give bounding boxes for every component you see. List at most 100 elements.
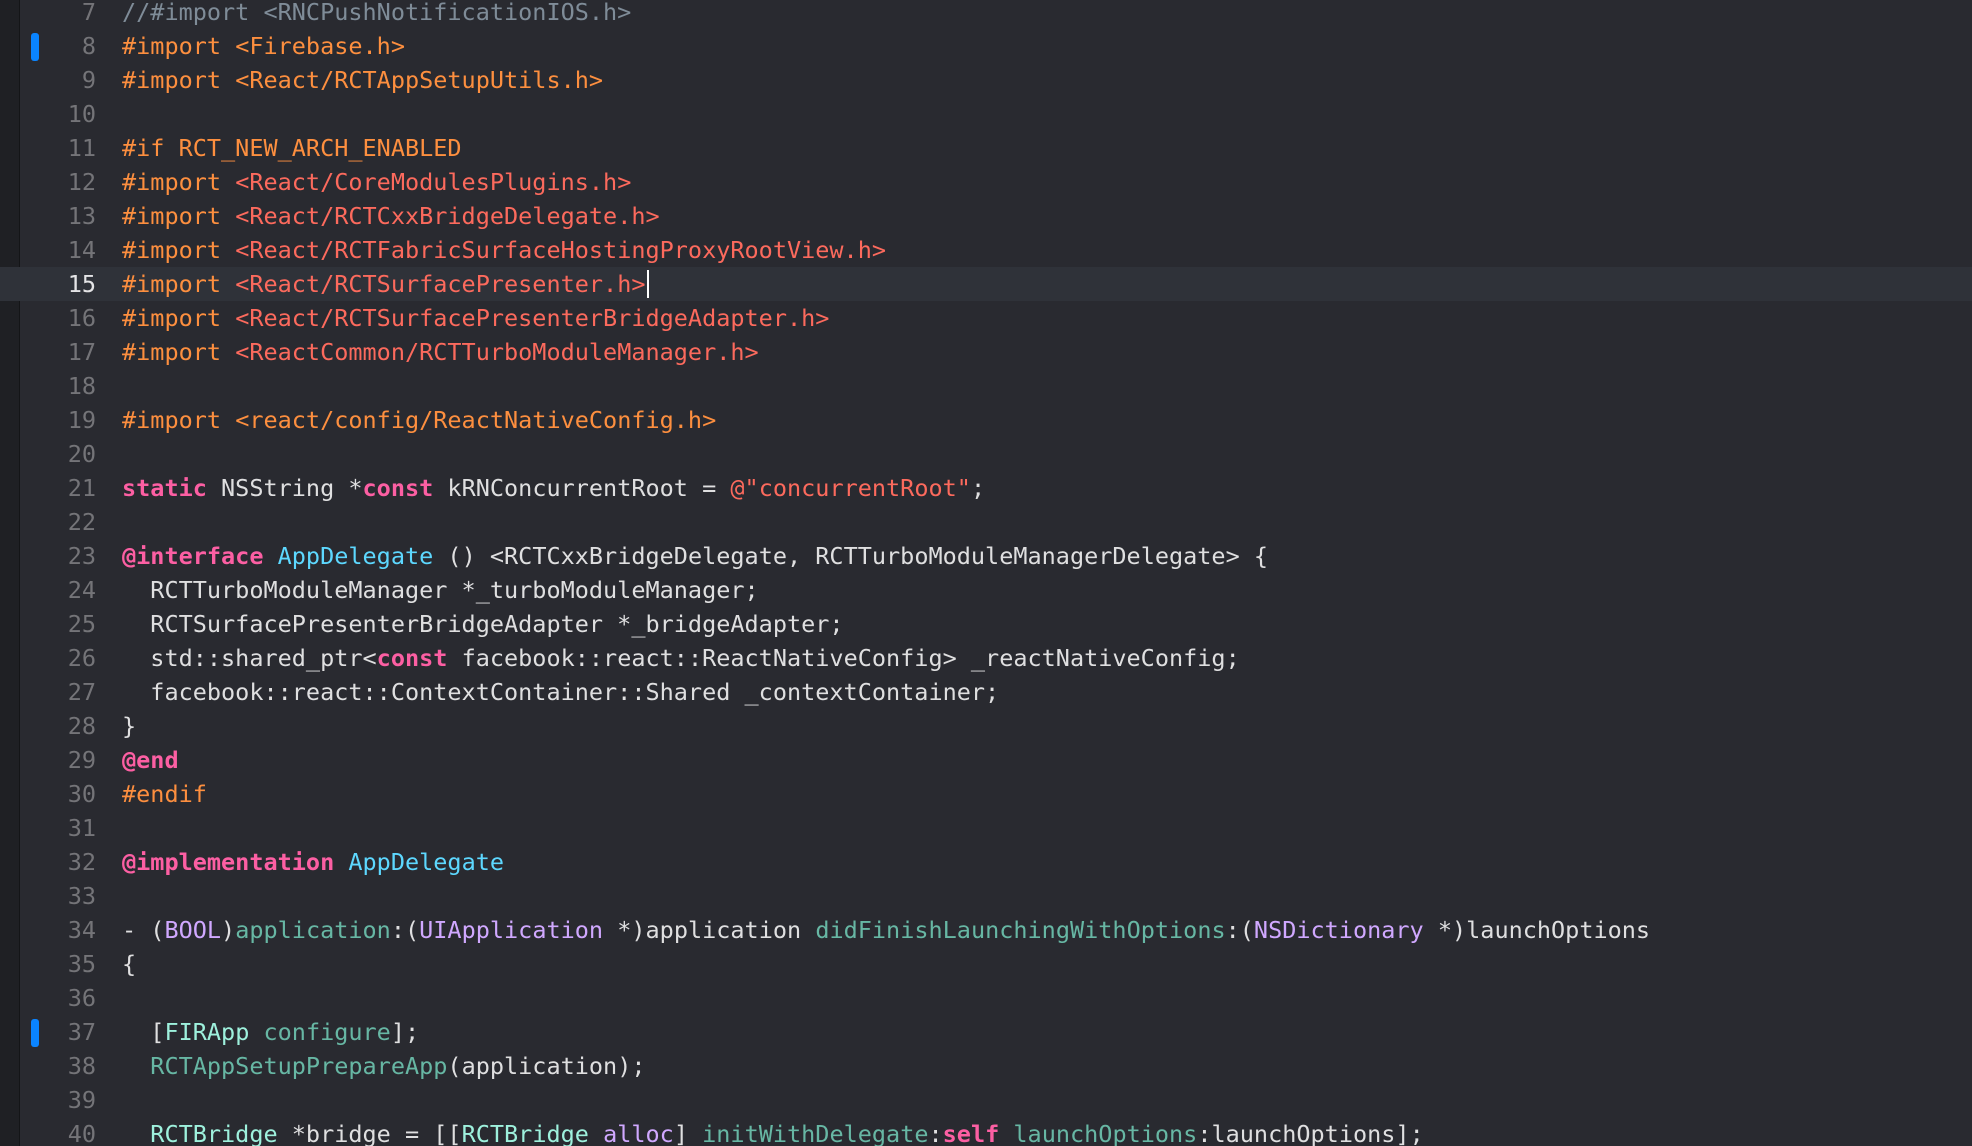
line-number: 32: [67, 848, 96, 876]
code-token: {: [122, 950, 137, 978]
code-token: }: [122, 712, 137, 740]
code-line[interactable]: 38 RCTAppSetupPrepareApp(application);: [0, 1049, 1972, 1083]
code-line[interactable]: 19 #import <react/config/ReactNativeConfi…: [0, 403, 1972, 437]
code-line[interactable]: 20: [0, 437, 1972, 471]
code-token: #import: [122, 168, 236, 196]
code-line[interactable]: 27 facebook::react::ContextContainer::Sh…: [0, 675, 1972, 709]
code-token: RCTTurboModuleManager *_turboModuleManag…: [122, 576, 759, 604]
line-number: 24: [67, 576, 96, 604]
code-token: <React/CoreModulesPlugins.h>: [235, 168, 632, 196]
code-token: static: [122, 474, 207, 502]
code-token: initWithDelegate: [702, 1120, 929, 1146]
line-number: 20: [67, 440, 96, 468]
code-line[interactable]: 11 #if RCT_NEW_ARCH_ENABLED: [0, 131, 1972, 165]
code-line[interactable]: 12 #import <React/CoreModulesPlugins.h>: [0, 165, 1972, 199]
code-line[interactable]: 16 #import <React/RCTSurfacePresenterBrid…: [0, 301, 1972, 335]
code-line[interactable]: 15 #import <React/RCTSurfacePresenter.h>: [0, 267, 1972, 301]
code-token: #endif: [122, 780, 207, 808]
line-number: 10: [67, 100, 96, 128]
code-token: (application);: [447, 1052, 646, 1080]
code-token: facebook::react::ReactNativeConfig> _rea…: [447, 644, 1240, 672]
line-code: RCTAppSetupPrepareApp(application);: [122, 1049, 646, 1083]
line-code: #import <React/RCTCxxBridgeDelegate.h>: [122, 199, 660, 233]
line-code: facebook::react::ContextContainer::Share…: [122, 675, 999, 709]
line-code: #import <React/RCTFabricSurfaceHostingPr…: [122, 233, 886, 267]
line-code: @end: [122, 743, 179, 777]
code-token: alloc: [603, 1120, 674, 1146]
line-code: #import <React/RCTSurfacePresenter.h>: [122, 267, 649, 301]
code-token: std::shared_ptr<: [122, 644, 377, 672]
code-line[interactable]: 23 @interface AppDelegate () <RCTCxxBridg…: [0, 539, 1972, 573]
code-line[interactable]: 25 RCTSurfacePresenterBridgeAdapter *_br…: [0, 607, 1972, 641]
code-token: RCTSurfacePresenterBridgeAdapter *_bridg…: [122, 610, 844, 638]
code-token: <React/RCTAppSetupUtils.h>: [235, 66, 604, 94]
code-line[interactable]: 7 //#import <RNCPushNotificationIOS.h>: [0, 0, 1972, 29]
code-token: <ReactCommon/RCTTurboModuleManager.h>: [235, 338, 759, 366]
code-editor[interactable]: 7 //#import <RNCPushNotificationIOS.h> 8 #i…: [0, 0, 1972, 1146]
code-line[interactable]: 10: [0, 97, 1972, 131]
code-line[interactable]: 37 [FIRApp configure];: [0, 1015, 1972, 1049]
line-code: RCTBridge *bridge = [[RCTBridge alloc] i…: [122, 1117, 1423, 1146]
code-line[interactable]: 21 static NSString *const kRNConcurrentRo…: [0, 471, 1972, 505]
line-number: 15: [67, 270, 96, 298]
source-change-indicator[interactable]: [31, 33, 39, 61]
line-number: 33: [67, 882, 96, 910]
line-code: #import <React/RCTAppSetupUtils.h>: [122, 63, 603, 97]
code-line[interactable]: 31: [0, 811, 1972, 845]
code-line[interactable]: 29 @end: [0, 743, 1972, 777]
code-line[interactable]: 39: [0, 1083, 1972, 1117]
code-token: launchOptions: [1013, 1120, 1198, 1146]
code-line[interactable]: 36: [0, 981, 1972, 1015]
code-line[interactable]: 33: [0, 879, 1972, 913]
line-number: 8: [81, 32, 96, 60]
code-token: configure: [263, 1018, 391, 1046]
line-number: 14: [67, 236, 96, 264]
code-line[interactable]: 26 std::shared_ptr<const facebook::react…: [0, 641, 1972, 675]
text-cursor: [646, 270, 649, 298]
code-line[interactable]: 28}: [0, 709, 1972, 743]
code-token: ]: [673, 1120, 703, 1146]
code-token: AppDelegate: [277, 542, 434, 570]
code-line[interactable]: 24 RCTTurboModuleManager *_turboModuleMa…: [0, 573, 1972, 607]
code-token: self: [942, 1120, 1000, 1146]
source-change-indicator[interactable]: [31, 1019, 39, 1047]
line-number: 19: [67, 406, 96, 434]
code-token: :(: [1225, 916, 1254, 944]
code-token: #import: [122, 270, 236, 298]
line-number: 25: [67, 610, 96, 638]
code-line[interactable]: 13 #import <React/RCTCxxBridgeDelegate.h>: [0, 199, 1972, 233]
code-line[interactable]: 32 @implementation AppDelegate: [0, 845, 1972, 879]
line-code: #import <Firebase.h>: [122, 29, 405, 63]
line-code: [FIRApp configure];: [122, 1015, 419, 1049]
code-line[interactable]: 22: [0, 505, 1972, 539]
line-number: 40: [67, 1120, 96, 1146]
code-line[interactable]: 18: [0, 369, 1972, 403]
code-area[interactable]: 7 //#import <RNCPushNotificationIOS.h> 8 #i…: [0, 0, 1972, 1146]
code-token: RCTAppSetupPrepareApp: [150, 1052, 448, 1080]
code-token: ): [221, 916, 236, 944]
code-line[interactable]: 34- (BOOL)application:(UIApplication *)a…: [0, 913, 1972, 947]
code-line[interactable]: 30 #endif: [0, 777, 1972, 811]
code-line[interactable]: 9 #import <React/RCTAppSetupUtils.h>: [0, 63, 1972, 97]
code-token: FIRApp: [164, 1018, 250, 1046]
line-number: 11: [67, 134, 96, 162]
line-code: std::shared_ptr<const facebook::react::R…: [122, 641, 1240, 675]
code-token: #import: [122, 304, 236, 332]
line-number: 21: [67, 474, 96, 502]
line-number: 13: [67, 202, 96, 230]
code-line[interactable]: 40 RCTBridge *bridge = [[RCTBridge alloc…: [0, 1117, 1972, 1146]
code-token: RCTBridge: [461, 1120, 589, 1146]
code-line[interactable]: 8 #import <Firebase.h>: [0, 29, 1972, 63]
code-line[interactable]: 35 {: [0, 947, 1972, 981]
code-line[interactable]: 17 #import <ReactCommon/RCTTurboModuleMan…: [0, 335, 1972, 369]
line-number: 30: [67, 780, 96, 808]
line-number: 18: [67, 372, 96, 400]
code-token: () <RCTCxxBridgeDelegate, RCTTurboModule…: [433, 542, 1269, 570]
code-token: ;: [970, 474, 986, 502]
code-line[interactable]: 14 #import <React/RCTFabricSurfaceHosting…: [0, 233, 1972, 267]
code-token: BOOL: [164, 916, 222, 944]
line-number: 17: [67, 338, 96, 366]
code-token: NSDictionary: [1253, 916, 1424, 944]
